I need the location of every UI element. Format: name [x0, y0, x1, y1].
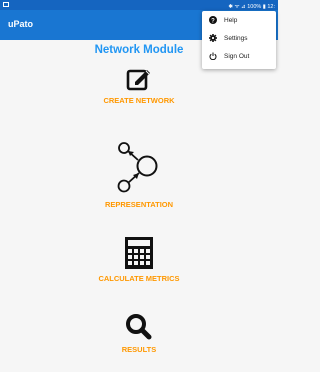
power-icon: [202, 52, 224, 60]
create-network-button[interactable]: CREATE NETWORK: [0, 66, 278, 105]
results-button[interactable]: RESULTS: [0, 313, 278, 354]
menu-item-help[interactable]: ? Help: [202, 11, 276, 29]
status-bar: ✱ ᯤ ⊿ 100% ▮ 12:: [0, 0, 278, 10]
help-icon: ?: [202, 16, 224, 24]
network-graph-icon: [0, 136, 278, 196]
calculate-metrics-label: CALCULATE METRICS: [98, 274, 180, 283]
representation-label: REPRESENTATION: [104, 200, 174, 209]
menu-item-label: Help: [224, 16, 238, 24]
app-title: uPato: [8, 19, 34, 29]
menu-item-label: Settings: [224, 34, 248, 42]
gear-icon: [202, 34, 224, 42]
svg-text:?: ?: [211, 18, 215, 24]
menu-item-sign-out[interactable]: Sign Out: [202, 47, 276, 65]
overflow-menu: ? Help Settings Sign Out: [202, 11, 276, 69]
calculator-icon: [0, 236, 278, 270]
search-icon: [0, 313, 278, 341]
calculate-metrics-button[interactable]: CALCULATE METRICS: [0, 236, 278, 283]
menu-item-label: Sign Out: [224, 52, 250, 60]
create-network-label: CREATE NETWORK: [103, 96, 175, 105]
menu-item-settings[interactable]: Settings: [202, 29, 276, 47]
representation-button[interactable]: REPRESENTATION: [0, 136, 278, 209]
notification-icon: [3, 2, 9, 7]
edit-icon: [0, 66, 278, 92]
status-indicators: ✱ ᯤ ⊿ 100% ▮ 12:: [228, 3, 275, 10]
results-label: RESULTS: [121, 345, 157, 354]
